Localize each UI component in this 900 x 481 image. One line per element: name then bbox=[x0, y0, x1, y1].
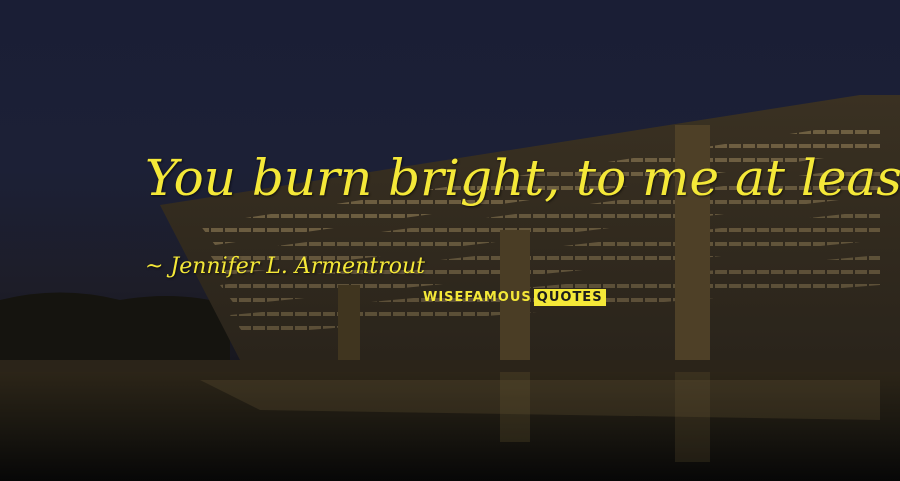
quote-text: You burn bright, to me at least, bbox=[145, 149, 900, 207]
pillar bbox=[338, 285, 360, 370]
quote-image: You burn bright, to me at least, ~ Jenni… bbox=[0, 0, 900, 481]
quote-author: ~ Jennifer L. Armentrout bbox=[145, 254, 425, 279]
background-building-photo bbox=[0, 95, 900, 481]
site-watermark-logo: WISEFAMOUS QUOTES bbox=[420, 289, 606, 306]
watermark-part-b: QUOTES bbox=[533, 289, 606, 306]
watermark-part-a: WISEFAMOUS bbox=[423, 290, 532, 305]
